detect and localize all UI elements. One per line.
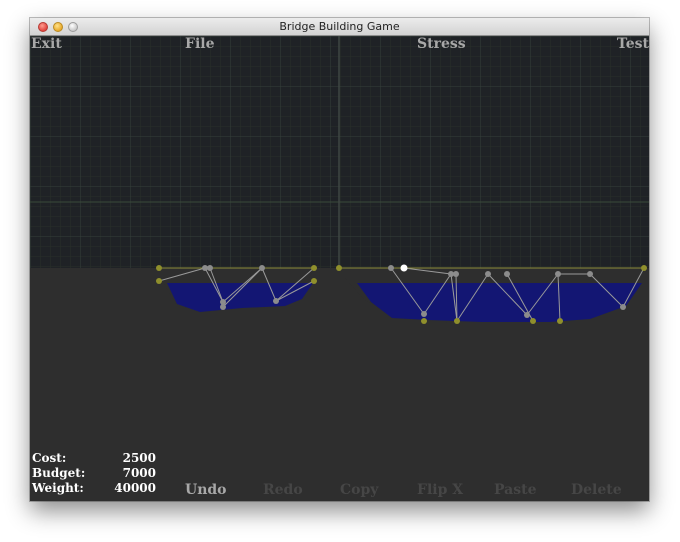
budget-label: Budget: (32, 466, 86, 480)
build-canvas[interactable] (30, 36, 649, 501)
joint-node[interactable] (453, 271, 459, 277)
anchor-node[interactable] (421, 318, 427, 324)
joint-node[interactable] (485, 271, 491, 277)
file-menu[interactable]: File (185, 36, 214, 52)
paste-button[interactable]: Paste (494, 482, 536, 498)
redo-button[interactable]: Redo (263, 482, 303, 498)
anchor-node[interactable] (156, 278, 162, 284)
weight-label: Weight: (32, 481, 84, 495)
budget-value: 7000 (122, 466, 156, 480)
anchor-node[interactable] (156, 265, 162, 271)
cost-row: Cost: 2500 (32, 451, 156, 466)
joint-node[interactable] (388, 265, 394, 271)
anchor-node[interactable] (454, 318, 460, 324)
undo-button[interactable]: Undo (185, 482, 227, 498)
cost-value: 2500 (122, 451, 156, 465)
anchor-node[interactable] (530, 318, 536, 324)
weight-row: Weight: 40000 (32, 481, 156, 496)
copy-button[interactable]: Copy (340, 482, 378, 498)
joint-node[interactable] (273, 298, 279, 304)
anchor-node[interactable] (557, 318, 563, 324)
joint-node[interactable] (504, 271, 510, 277)
anchor-node[interactable] (336, 265, 342, 271)
anchor-node[interactable] (641, 265, 647, 271)
anchor-node[interactable] (311, 265, 317, 271)
title-bar[interactable]: Bridge Building Game (30, 18, 649, 36)
delete-button[interactable]: Delete (571, 482, 622, 498)
joint-node[interactable] (421, 311, 427, 317)
joint-node[interactable] (555, 271, 561, 277)
stats-panel: Cost: 2500 Budget: 7000 Weight: 40000 (32, 451, 156, 496)
joint-node[interactable] (220, 304, 226, 310)
window-title: Bridge Building Game (279, 20, 400, 33)
exit-menu[interactable]: Exit (31, 36, 62, 52)
game-window: Bridge Building Game Exit File Stress Te… (30, 18, 649, 501)
flip-x-button[interactable]: Flip X (417, 482, 463, 498)
joint-node[interactable] (524, 312, 530, 318)
anchor-node[interactable] (311, 278, 317, 284)
joint-node[interactable] (587, 271, 593, 277)
joint-node[interactable] (207, 265, 213, 271)
cost-label: Cost: (32, 451, 67, 465)
selected-node[interactable] (400, 264, 408, 272)
joint-node[interactable] (259, 265, 265, 271)
stress-menu[interactable]: Stress (417, 36, 466, 52)
budget-row: Budget: 7000 (32, 466, 156, 481)
joint-node[interactable] (620, 304, 626, 310)
test-menu[interactable]: Test (617, 36, 649, 52)
weight-value: 40000 (114, 481, 156, 495)
